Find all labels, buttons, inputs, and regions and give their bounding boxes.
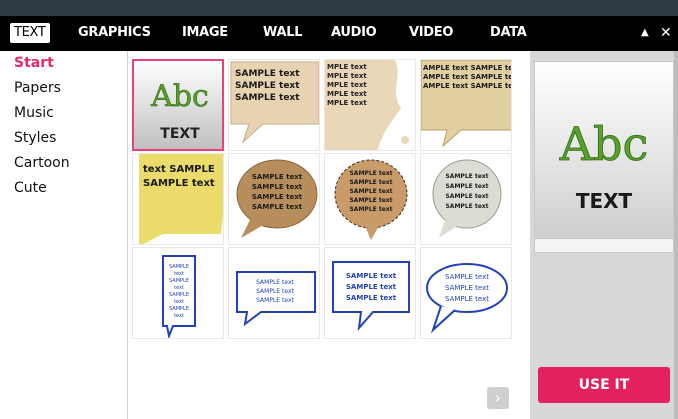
tile-text-line: SAMPLE text	[256, 279, 294, 286]
preview-footer	[534, 239, 674, 253]
sidebar-item-styles[interactable]: Styles	[14, 130, 56, 146]
tile-text-line: SAMPLE	[169, 278, 189, 284]
tab-image[interactable]: IMAGE	[182, 23, 228, 43]
tile-text-line: MPLE text	[327, 63, 367, 71]
sidebar-item-music[interactable]: Music	[14, 105, 54, 121]
tile-text-line: SAMPLE text	[349, 170, 392, 177]
tile-text-line: AMPLE text SAMPLE te	[423, 82, 512, 90]
tile-text-line: MPLE text	[327, 99, 367, 107]
tile-text-line: SAMPLE text	[252, 183, 303, 191]
tab-audio[interactable]: AUDIO	[331, 23, 377, 43]
style-tile-stitched-speech[interactable]: SAMPLE text SAMPLE text SAMPLE text SAMP…	[324, 153, 416, 245]
tile-text-line: SAMPLE	[169, 264, 189, 270]
tile-text-line: SAMPLE text	[252, 193, 303, 201]
tile-text-line: SAMPLE text	[235, 81, 300, 91]
close-icon[interactable]: ✕	[660, 23, 672, 43]
style-tile-blue-scribble-oval[interactable]: SAMPLE text SAMPLE text SAMPLE text	[420, 247, 512, 339]
tile-text-line: SAMPLE text	[235, 69, 300, 79]
next-page-button[interactable]: ›	[487, 387, 509, 409]
tile-abc-small-text: TEXT	[160, 126, 200, 142]
tile-text-line: SAMPLE text	[346, 283, 397, 291]
style-preview: Abc TEXT	[534, 61, 674, 239]
tab-wall[interactable]: WALL	[263, 23, 302, 43]
tab-data[interactable]: DATA	[490, 23, 527, 43]
tile-text-line: SAMPLE text	[252, 203, 303, 211]
sidebar-item-cute[interactable]: Cute	[14, 180, 47, 196]
tile-text-line: SAMPLE text	[349, 179, 392, 186]
sidebar-item-start[interactable]: Start	[14, 55, 54, 71]
tile-text-line: SAMPLE text	[445, 203, 488, 210]
tile-text-line: SAMPLE text	[252, 173, 303, 181]
style-grid: Abc TEXT SAMPLE text SAMPLE text SAMPLE …	[128, 51, 530, 419]
tile-text-line: text	[174, 285, 184, 291]
tile-text-line: SAMPLE text	[445, 193, 488, 200]
tile-text-line: SAMPLE text	[445, 173, 488, 180]
tile-text-line: SAMPLE text	[445, 284, 489, 292]
tile-text-line: AMPLE text SAMPLE te	[423, 73, 512, 81]
tile-text-line: SAMPLE text	[256, 288, 294, 295]
sidebar-item-cartoon[interactable]: Cartoon	[14, 155, 70, 171]
tile-text-line: SAMPLE	[169, 306, 189, 312]
tab-graphics[interactable]: GRAPHICS	[78, 23, 151, 43]
preview-big-text: Abc	[559, 117, 648, 171]
style-tile-blue-scribble-rect[interactable]: SAMPLE text SAMPLE text SAMPLE text	[324, 247, 416, 339]
style-tile-grunge-paper[interactable]: MPLE text MPLE text MPLE text MPLE text …	[324, 59, 416, 151]
tab-text[interactable]: TEXT	[10, 23, 50, 43]
tile-text-line: SAMPLE text	[445, 273, 489, 281]
category-sidebar: Start Papers Music Styles Cartoon Cute	[0, 51, 128, 419]
tile-text-line: SAMPLE text	[349, 188, 392, 195]
tile-text-line: SAMPLE text	[256, 297, 294, 304]
tile-text-line: SAMPLE text	[445, 295, 489, 303]
tile-text-line: SAMPLE text	[445, 183, 488, 190]
preview-panel: Abc TEXT USE IT	[530, 51, 678, 419]
style-tile-abc-text[interactable]: Abc TEXT	[132, 59, 224, 151]
style-tile-newspaper-bubble[interactable]: AMPLE text SAMPLE te AMPLE text SAMPLE t…	[420, 59, 512, 151]
style-tile-kraft-speech[interactable]: SAMPLE text SAMPLE text SAMPLE text	[228, 59, 320, 151]
tile-text-line: SAMPLE text	[349, 206, 392, 213]
tile-text-line: text	[174, 299, 184, 305]
sidebar-item-papers[interactable]: Papers	[14, 80, 61, 96]
style-tile-blue-scribble-tall[interactable]: SAMPLE text SAMPLE text SAMPLE text SAMP…	[132, 247, 224, 339]
tile-text-line: text	[174, 271, 184, 277]
tile-text-line: SAMPLE text	[235, 93, 300, 103]
tile-text-line: SAMPLE text	[143, 178, 215, 189]
category-menubar: TEXT GRAPHICS IMAGE WALL AUDIO VIDEO DAT…	[0, 16, 678, 51]
tile-text-line: SAMPLE text	[349, 197, 392, 204]
style-tile-blue-scribble-box[interactable]: SAMPLE text SAMPLE text SAMPLE text	[228, 247, 320, 339]
preview-small-text: TEXT	[576, 189, 633, 213]
tile-text-line: MPLE text	[327, 90, 367, 98]
tab-video[interactable]: VIDEO	[409, 23, 453, 43]
scrollbar[interactable]	[674, 51, 678, 419]
tile-text-line: text	[174, 313, 184, 319]
window-top-strip	[0, 0, 678, 16]
minimize-icon[interactable]: ▲	[641, 23, 649, 43]
style-tile-sticky-note[interactable]: text SAMPLE SAMPLE text	[132, 153, 224, 245]
tile-text-line: SAMPLE text	[346, 294, 397, 302]
chevron-right-icon: ›	[494, 388, 502, 407]
tile-text-line: AMPLE text SAMPLE te	[423, 64, 512, 72]
use-it-button[interactable]: USE IT	[538, 367, 670, 403]
style-tile-cardboard-speech[interactable]: SAMPLE text SAMPLE text SAMPLE text SAMP…	[228, 153, 320, 245]
tile-text-line: SAMPLE	[169, 292, 189, 298]
tile-text-line: MPLE text	[327, 72, 367, 80]
tile-text-line: SAMPLE text	[346, 272, 397, 280]
tile-text-line: text SAMPLE	[143, 164, 215, 175]
style-tile-stone-speech[interactable]: SAMPLE text SAMPLE text SAMPLE text SAMP…	[420, 153, 512, 245]
tile-abc-big-text: Abc	[150, 79, 209, 114]
tile-text-line: MPLE text	[327, 81, 367, 89]
